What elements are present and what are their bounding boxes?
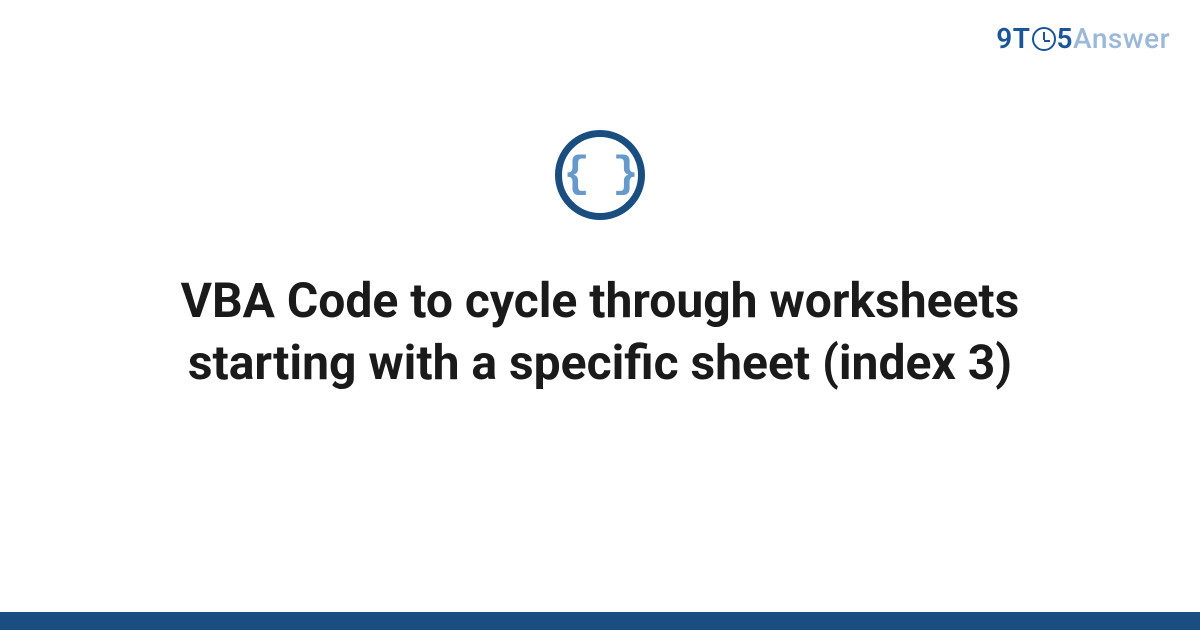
page-title: VBA Code to cycle through worksheets sta…	[140, 270, 1060, 395]
brand-five: 5	[1057, 22, 1074, 55]
footer-decoration-bar	[0, 612, 1200, 630]
site-brand: 9T5Answer	[996, 22, 1170, 55]
clock-icon	[1032, 27, 1056, 51]
brand-nine: 9	[996, 22, 1013, 55]
main-content: { } VBA Code to cycle through worksheets…	[0, 130, 1200, 395]
brand-answer: Answer	[1073, 22, 1170, 55]
code-braces-icon: { }	[563, 150, 636, 200]
brand-t: T	[1013, 22, 1031, 55]
topic-icon-circle: { }	[555, 130, 645, 220]
